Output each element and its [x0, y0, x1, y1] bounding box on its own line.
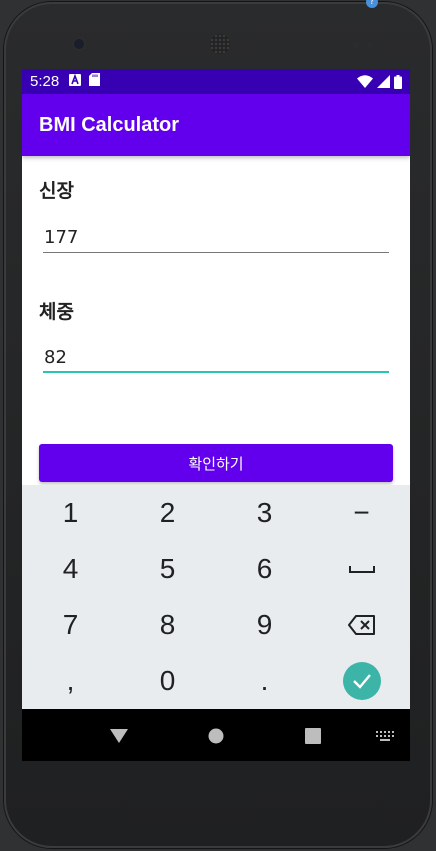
light-sensor — [367, 42, 373, 48]
help-badge-icon: ? — [366, 0, 378, 8]
key-2[interactable]: 2 — [119, 485, 216, 541]
bmi-form: 신장 177 체중 82 확인하기 — [22, 156, 410, 486]
recents-button[interactable] — [302, 725, 324, 747]
weight-label: 체중 — [39, 301, 74, 323]
done-key-circle — [342, 662, 381, 700]
key-period[interactable]: . — [216, 653, 313, 709]
key-3[interactable]: 3 — [216, 485, 313, 541]
key-4[interactable]: 4 — [22, 541, 119, 597]
app-bar: BMI Calculator — [22, 94, 410, 156]
keyboard-switch-button[interactable] — [374, 725, 396, 747]
status-bar: 5:28 — [22, 69, 410, 94]
key-6[interactable]: 6 — [216, 541, 313, 597]
height-input[interactable]: 177 — [43, 223, 389, 253]
signal-icon — [377, 75, 390, 88]
key-1[interactable]: 1 — [22, 485, 119, 541]
key-minus[interactable]: − — [313, 485, 410, 541]
weight-input[interactable]: 82 — [43, 343, 389, 373]
key-9[interactable]: 9 — [216, 597, 313, 653]
height-label: 신장 — [39, 180, 74, 202]
wifi-icon — [357, 75, 373, 88]
key-0[interactable]: 0 — [119, 653, 216, 709]
proximity-sensor — [353, 42, 359, 48]
key-5[interactable]: 5 — [119, 541, 216, 597]
recents-square-icon — [305, 728, 321, 744]
confirm-button[interactable]: 확인하기 — [39, 444, 393, 482]
sd-card-icon — [89, 73, 101, 90]
back-button[interactable] — [108, 725, 130, 747]
status-right-icons — [357, 74, 402, 89]
check-icon — [352, 674, 371, 689]
key-backspace[interactable] — [313, 597, 410, 653]
device-screen: 5:28 BMI Calculator 신장 177 체중 82 확인하기 1 … — [22, 69, 410, 761]
navigation-bar — [22, 709, 410, 761]
key-comma[interactable]: , — [22, 653, 119, 709]
earpiece-speaker — [210, 34, 230, 54]
app-title: BMI Calculator — [39, 113, 180, 136]
battery-icon — [394, 74, 402, 89]
key-done[interactable] — [313, 653, 410, 709]
confirm-button-label: 확인하기 — [188, 454, 244, 473]
a-notification-icon — [69, 73, 82, 90]
key-space[interactable] — [313, 541, 410, 597]
status-time: 5:28 — [30, 73, 60, 90]
home-circle-icon — [208, 728, 224, 744]
key-7[interactable]: 7 — [22, 597, 119, 653]
back-triangle-icon — [110, 729, 128, 743]
front-camera — [74, 39, 84, 49]
home-button[interactable] — [205, 725, 227, 747]
space-icon — [348, 566, 375, 573]
keyboard-icon — [376, 731, 394, 741]
numeric-keyboard: 1 2 3 − 4 5 6 7 8 9 , 0 . — [22, 485, 410, 709]
key-8[interactable]: 8 — [119, 597, 216, 653]
backspace-icon — [347, 615, 375, 635]
